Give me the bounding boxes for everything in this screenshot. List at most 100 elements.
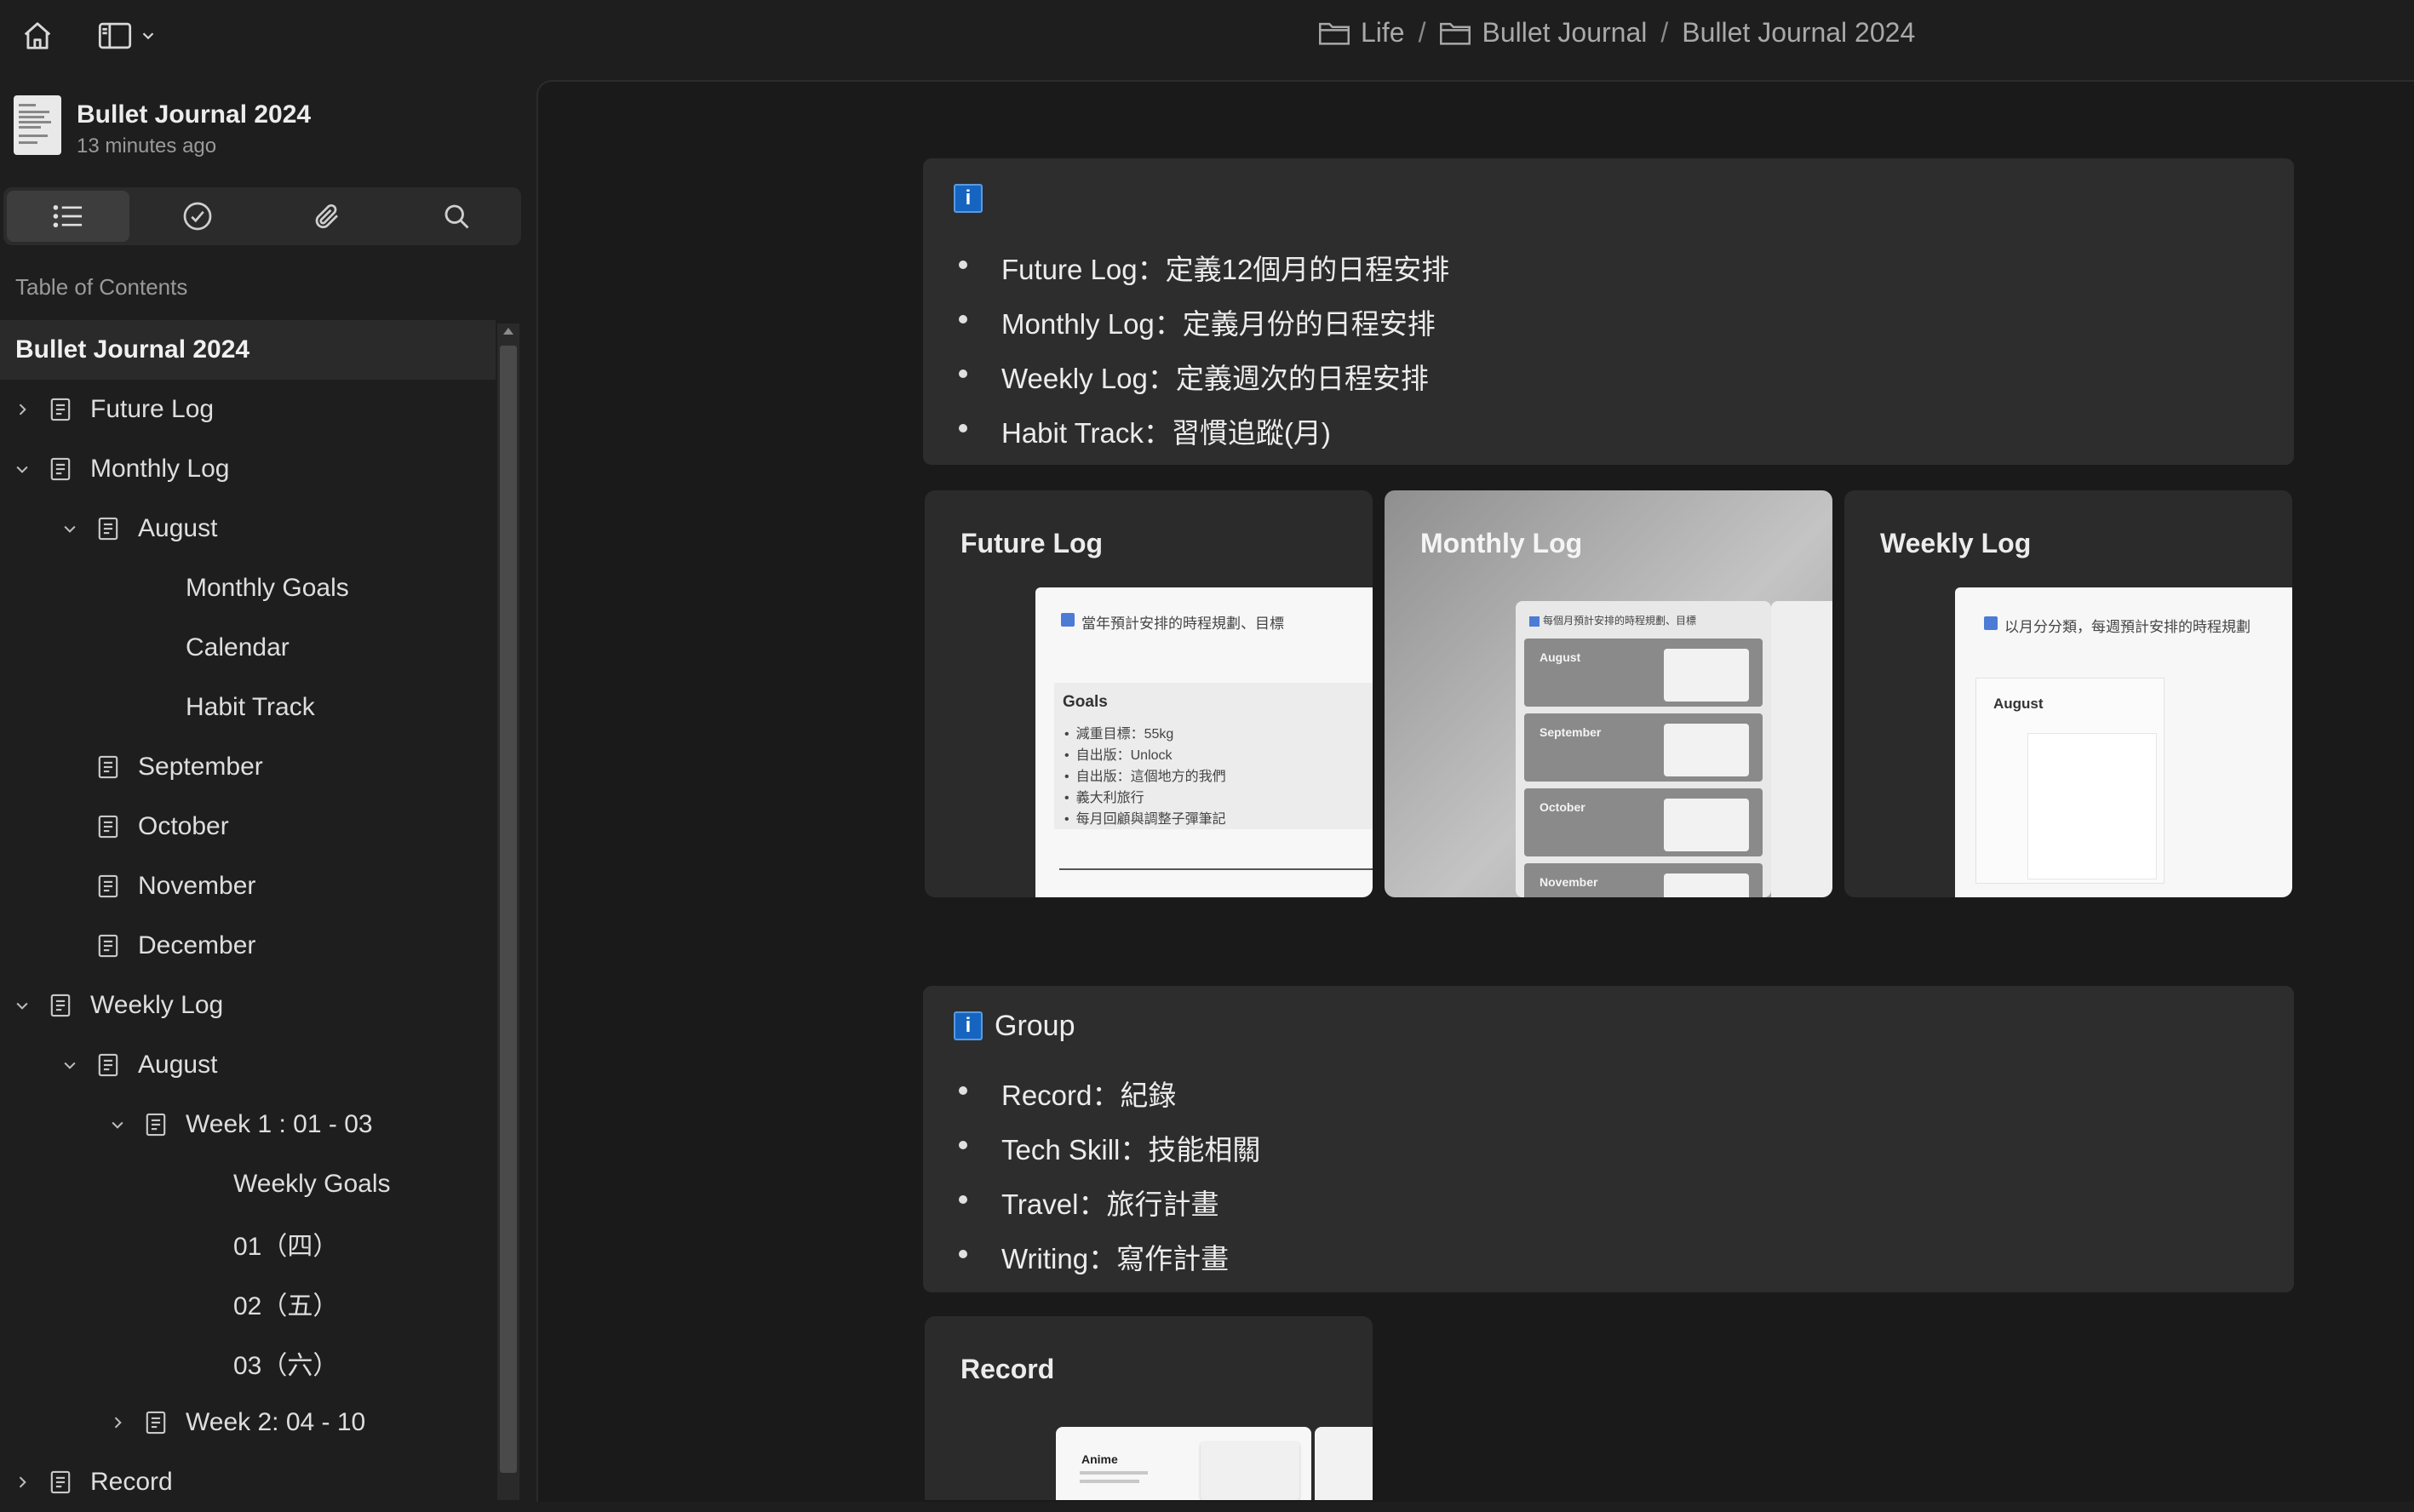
chevron-down-icon[interactable]	[60, 1055, 80, 1075]
sidebar-item[interactable]: October	[0, 797, 496, 856]
chevron-right-icon[interactable]	[12, 399, 32, 420]
goal-text: 義大利旅行	[1075, 791, 1144, 805]
tab-attachments[interactable]	[266, 191, 388, 242]
sidebar-item-label: Future Log	[90, 395, 215, 423]
list-item-text: Travel：旅行計畫	[1001, 1188, 1219, 1220]
breadcrumb-item-current[interactable]: Bullet Journal 2024	[1682, 17, 1915, 49]
preview-label: Anime	[1081, 1452, 1118, 1466]
sidebar-item-label: Monthly Log	[90, 455, 230, 483]
tab-table-of-contents[interactable]	[7, 191, 129, 242]
preview-header: 每個月預計安排的時程規劃、目標	[1543, 615, 1697, 627]
sidebar-item[interactable]: Calendar	[0, 618, 496, 678]
home-button[interactable]	[19, 17, 56, 54]
list-item-text: Writing：寫作計畫	[1001, 1243, 1230, 1274]
list-item-text: Habit Track：習慣追蹤(月)	[1001, 417, 1331, 449]
goals-title: Goals	[1063, 693, 1108, 711]
folder-icon	[1440, 22, 1471, 45]
page-card-monthly-log[interactable]: Monthly Log 每個月預計安排的時程規劃、目標 August Septem…	[1385, 490, 1832, 897]
sidebar-item-label: September	[138, 753, 263, 781]
sidebar-item[interactable]: 02（五）	[0, 1274, 496, 1333]
breadcrumb-label: Bullet Journal 2024	[1682, 17, 1916, 48]
info-icon	[1984, 616, 1998, 630]
sidebar-item-label: Week 1 : 01 - 03	[186, 1110, 373, 1138]
list-item: Habit Track：習慣追蹤(月)	[959, 410, 1331, 451]
document-thumbnail	[14, 95, 61, 155]
page-icon	[95, 754, 121, 780]
sidebar-item[interactable]: November	[0, 856, 496, 916]
sidebar-item[interactable]: August	[0, 1035, 496, 1095]
page-card-future-log[interactable]: Future Log 當年預計安排的時程規劃、目標 Goals • 減重目標：55…	[925, 490, 1373, 897]
sidebar-item[interactable]: December	[0, 916, 496, 976]
chevron-down-icon[interactable]	[60, 518, 80, 539]
sidebar-toggle-button[interactable]	[92, 17, 163, 54]
sidebar-tabs	[3, 187, 521, 245]
page-card-weekly-log[interactable]: Weekly Log 以月分分類，每週預計安排的時程規劃 August	[1844, 490, 2292, 897]
page-icon	[95, 873, 121, 899]
sidebar-item-label: October	[138, 812, 229, 840]
document-header[interactable]: Bullet Journal 2024 13 minutes ago	[14, 95, 311, 158]
sidebar-item[interactable]: August	[0, 499, 496, 558]
sidebar-item[interactable]: Habit Track	[0, 678, 496, 737]
sidebar-item[interactable]: 03（六）	[0, 1333, 496, 1393]
paperclip-icon	[315, 203, 338, 229]
sidebar-item[interactable]: Weekly Log	[0, 976, 496, 1035]
chevron-down-icon[interactable]	[12, 995, 32, 1016]
sidebar-item-label: 01（四）	[233, 1233, 339, 1261]
scrollbar-thumb[interactable]	[500, 346, 517, 1473]
document-updated: 13 minutes ago	[77, 135, 217, 158]
goal-text: 自出版：Unlock	[1075, 748, 1173, 763]
home-icon	[24, 22, 51, 49]
goal-item: • 自出版：Unlock	[1064, 748, 1173, 763]
info-icon: i	[954, 1011, 983, 1040]
sidebar-icon	[98, 22, 132, 49]
chevron-down-icon[interactable]	[107, 1114, 128, 1135]
section-label: November	[1540, 875, 1598, 889]
sidebar-item[interactable]: Record	[0, 1452, 496, 1512]
sidebar-item[interactable]: Monthly Goals	[0, 558, 496, 618]
sidebar-item[interactable]: Bullet Journal 2024	[0, 320, 496, 380]
page-card-record[interactable]: Record Anime	[925, 1316, 1373, 1500]
sidebar-item[interactable]: Week 1 : 01 - 03	[0, 1095, 496, 1154]
top-bar: Life / Bullet Journal / Bullet Journal 2…	[0, 0, 2414, 77]
chevron-right-icon[interactable]	[12, 1472, 32, 1492]
breadcrumb-item-bullet-journal[interactable]: Bullet Journal	[1439, 17, 1647, 49]
card-title: Weekly Log	[1880, 528, 2032, 558]
list-item: Monthly Log：定義月份的日程安排	[959, 301, 1436, 342]
sidebar-item[interactable]: Future Log	[0, 380, 496, 439]
divider	[1059, 868, 1373, 870]
list-item-text: Future Log：定義12個月的日程安排	[1001, 254, 1450, 285]
document-title: Bullet Journal 2024	[77, 100, 312, 129]
tab-search[interactable]	[395, 191, 518, 242]
preview-edge	[1315, 1427, 1373, 1500]
preview-box	[2027, 733, 2157, 879]
sidebar-item-label: August	[138, 514, 218, 542]
chevron-down-icon[interactable]	[12, 459, 32, 479]
toc-heading: Table of Contents	[15, 274, 188, 300]
scroll-up-arrow-icon[interactable]	[502, 327, 514, 335]
card-preview: 當年預計安排的時程規劃、目標 Goals • 減重目標：55kg • 自出版：Unlo…	[1035, 587, 1373, 897]
sidebar-item[interactable]: Week 2: 04 - 10	[0, 1393, 496, 1452]
page-icon	[143, 1410, 169, 1435]
sidebar-item-label: Habit Track	[186, 693, 315, 721]
sidebar-item-label: November	[138, 872, 256, 900]
sidebar-item[interactable]: Weekly Goals	[0, 1154, 496, 1214]
preview-section: October	[1524, 788, 1763, 856]
sidebar-item[interactable]: September	[0, 737, 496, 797]
chevron-right-icon[interactable]	[107, 1412, 128, 1433]
tab-tasks[interactable]	[136, 191, 259, 242]
breadcrumb-item-life[interactable]: Life	[1318, 17, 1405, 49]
page-icon	[143, 1112, 169, 1137]
sidebar-item[interactable]: 01（四）	[0, 1214, 496, 1274]
sidebar-item[interactable]: Monthly Log	[0, 439, 496, 499]
folder-icon	[1319, 22, 1350, 45]
